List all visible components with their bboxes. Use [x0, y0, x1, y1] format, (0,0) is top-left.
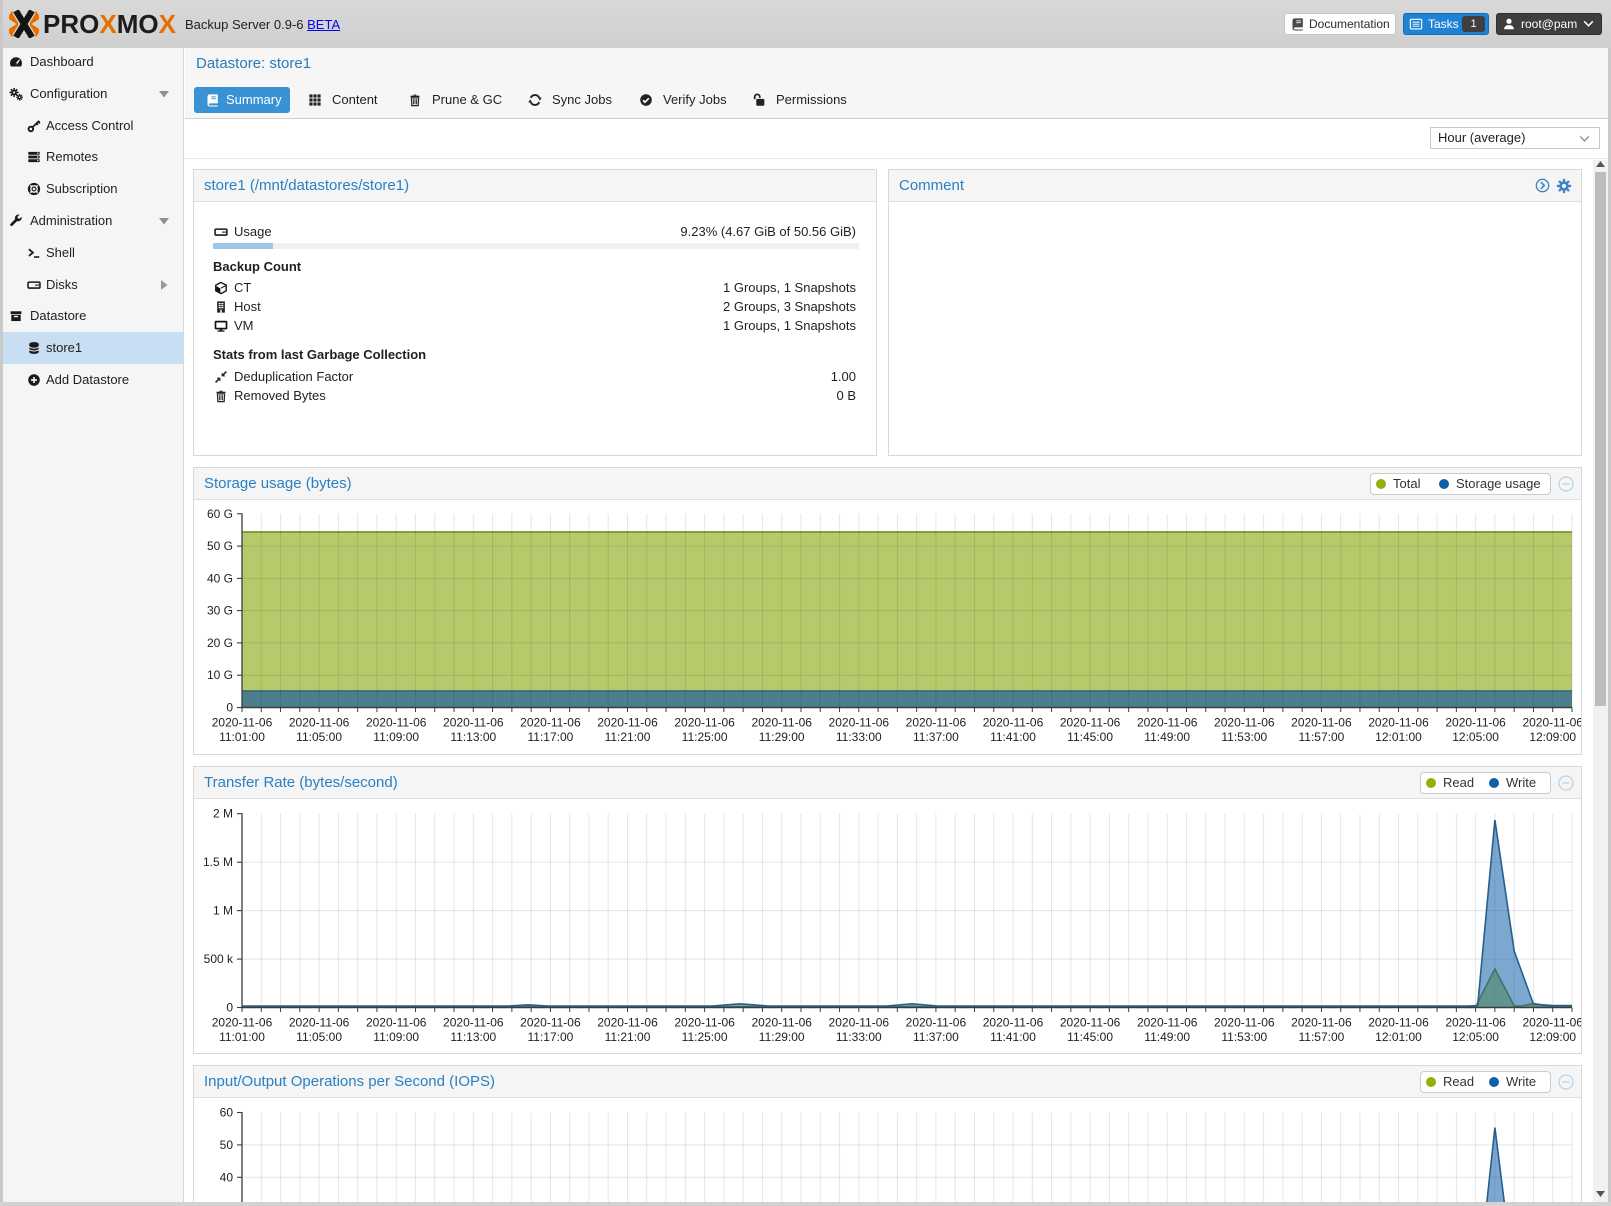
svg-text:11:49:00: 11:49:00 [1144, 1030, 1190, 1044]
svg-text:2020-11-06: 2020-11-06 [443, 1016, 504, 1030]
svg-text:2020-11-06: 2020-11-06 [289, 1016, 350, 1030]
svg-text:11:13:00: 11:13:00 [450, 730, 496, 744]
svg-text:11:01:00: 11:01:00 [219, 1030, 265, 1044]
svg-text:2020-11-06: 2020-11-06 [1368, 1016, 1429, 1030]
svg-text:2020-11-06: 2020-11-06 [520, 716, 581, 730]
svg-text:11:37:00: 11:37:00 [913, 730, 959, 744]
svg-text:11:25:00: 11:25:00 [682, 1030, 728, 1044]
svg-text:2020-11-06: 2020-11-06 [366, 716, 427, 730]
svg-text:60 G: 60 G [207, 507, 233, 521]
svg-text:2020-11-06: 2020-11-06 [1291, 1016, 1352, 1030]
svg-text:30 G: 30 G [207, 604, 233, 618]
svg-text:11:09:00: 11:09:00 [373, 730, 419, 744]
svg-text:2020-11-06: 2020-11-06 [829, 716, 890, 730]
svg-text:12:05:00: 12:05:00 [1452, 1030, 1499, 1044]
svg-text:2020-11-06: 2020-11-06 [1060, 716, 1121, 730]
svg-text:12:01:00: 12:01:00 [1375, 1030, 1422, 1044]
svg-text:2020-11-06: 2020-11-06 [597, 716, 658, 730]
svg-text:11:53:00: 11:53:00 [1221, 730, 1267, 744]
svg-text:0: 0 [226, 1001, 233, 1015]
svg-text:500 k: 500 k [204, 952, 234, 966]
svg-text:11:29:00: 11:29:00 [759, 730, 805, 744]
svg-text:12:09:00: 12:09:00 [1529, 730, 1576, 744]
svg-text:11:29:00: 11:29:00 [759, 1030, 805, 1044]
svg-text:11:45:00: 11:45:00 [1067, 730, 1113, 744]
svg-text:11:17:00: 11:17:00 [527, 1030, 573, 1044]
svg-text:11:01:00: 11:01:00 [219, 730, 265, 744]
svg-text:2020-11-06: 2020-11-06 [983, 716, 1044, 730]
svg-text:2020-11-06: 2020-11-06 [1137, 716, 1198, 730]
svg-text:11:09:00: 11:09:00 [373, 1030, 419, 1044]
svg-text:2020-11-06: 2020-11-06 [1522, 1016, 1581, 1030]
svg-text:2020-11-06: 2020-11-06 [906, 1016, 967, 1030]
svg-text:2020-11-06: 2020-11-06 [366, 1016, 427, 1030]
svg-text:11:41:00: 11:41:00 [990, 730, 1036, 744]
svg-text:40 G: 40 G [207, 571, 233, 585]
svg-text:11:57:00: 11:57:00 [1298, 730, 1344, 744]
svg-text:2020-11-06: 2020-11-06 [751, 1016, 812, 1030]
svg-text:11:41:00: 11:41:00 [990, 1030, 1036, 1044]
svg-text:11:53:00: 11:53:00 [1221, 1030, 1267, 1044]
svg-text:2020-11-06: 2020-11-06 [1060, 1016, 1121, 1030]
svg-text:2020-11-06: 2020-11-06 [906, 716, 967, 730]
svg-text:11:37:00: 11:37:00 [913, 1030, 959, 1044]
svg-text:11:57:00: 11:57:00 [1298, 1030, 1344, 1044]
svg-text:12:01:00: 12:01:00 [1375, 730, 1422, 744]
svg-text:2020-11-06: 2020-11-06 [520, 1016, 581, 1030]
svg-text:2020-11-06: 2020-11-06 [829, 1016, 890, 1030]
svg-text:1 M: 1 M [213, 904, 233, 918]
svg-text:0: 0 [226, 701, 233, 715]
svg-text:2020-11-06: 2020-11-06 [674, 1016, 735, 1030]
svg-text:2020-11-06: 2020-11-06 [1522, 716, 1581, 730]
svg-text:50 G: 50 G [207, 539, 233, 553]
svg-text:2020-11-06: 2020-11-06 [1214, 716, 1275, 730]
svg-text:2020-11-06: 2020-11-06 [443, 716, 504, 730]
svg-text:11:45:00: 11:45:00 [1067, 1030, 1113, 1044]
svg-text:2020-11-06: 2020-11-06 [597, 1016, 658, 1030]
svg-text:11:17:00: 11:17:00 [527, 730, 573, 744]
svg-text:2020-11-06: 2020-11-06 [1214, 1016, 1275, 1030]
svg-text:11:05:00: 11:05:00 [296, 730, 342, 744]
svg-text:50: 50 [220, 1138, 234, 1152]
svg-text:11:25:00: 11:25:00 [682, 730, 728, 744]
svg-text:2020-11-06: 2020-11-06 [212, 1016, 273, 1030]
svg-text:10 G: 10 G [207, 668, 233, 682]
svg-text:1.5 M: 1.5 M [203, 855, 233, 869]
svg-text:11:33:00: 11:33:00 [836, 1030, 882, 1044]
svg-text:2020-11-06: 2020-11-06 [1291, 716, 1352, 730]
svg-text:2020-11-06: 2020-11-06 [751, 716, 812, 730]
svg-text:11:21:00: 11:21:00 [605, 1030, 651, 1044]
svg-text:11:13:00: 11:13:00 [450, 1030, 496, 1044]
svg-text:12:05:00: 12:05:00 [1452, 730, 1499, 744]
svg-text:2020-11-06: 2020-11-06 [289, 716, 350, 730]
svg-text:2020-11-06: 2020-11-06 [1137, 1016, 1198, 1030]
svg-text:40: 40 [220, 1170, 234, 1184]
svg-text:60: 60 [220, 1106, 234, 1120]
svg-text:2020-11-06: 2020-11-06 [212, 716, 273, 730]
svg-text:2 M: 2 M [213, 807, 233, 821]
svg-text:11:33:00: 11:33:00 [836, 730, 882, 744]
svg-text:2020-11-06: 2020-11-06 [1368, 716, 1429, 730]
svg-text:2020-11-06: 2020-11-06 [674, 716, 735, 730]
svg-text:12:09:00: 12:09:00 [1529, 1030, 1576, 1044]
svg-text:11:21:00: 11:21:00 [605, 730, 651, 744]
svg-text:11:49:00: 11:49:00 [1144, 730, 1190, 744]
svg-text:11:05:00: 11:05:00 [296, 1030, 342, 1044]
svg-text:2020-11-06: 2020-11-06 [1445, 1016, 1506, 1030]
svg-text:2020-11-06: 2020-11-06 [983, 1016, 1044, 1030]
svg-text:20 G: 20 G [207, 636, 233, 650]
svg-text:2020-11-06: 2020-11-06 [1445, 716, 1506, 730]
